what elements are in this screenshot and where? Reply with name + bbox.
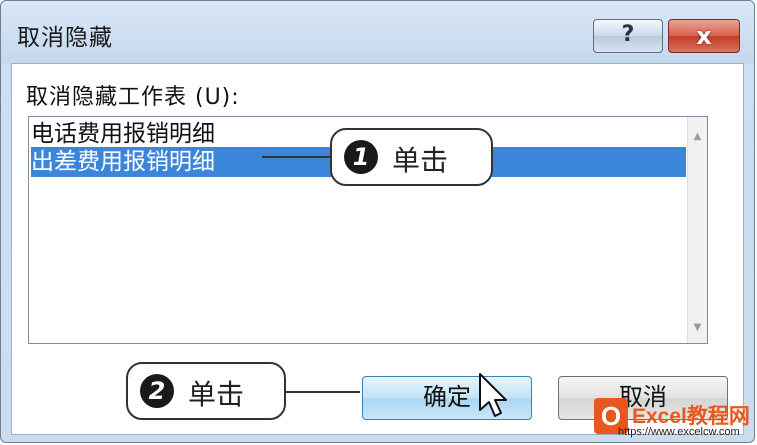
callout-step-1: 1 单击 bbox=[330, 128, 493, 186]
unhide-dialog: 取消隐藏 ? x 取消隐藏工作表 (U): 电话费用报销明细 出差费用报销明细 … bbox=[0, 0, 755, 443]
callout-step-2: 2 单击 bbox=[126, 362, 286, 420]
callout-text: 单击 bbox=[188, 378, 245, 411]
scroll-up-icon[interactable]: ▲ bbox=[688, 131, 707, 142]
site-watermark: O Excel教程网 https://www.excelcw.com bbox=[592, 396, 754, 442]
callout-1-leader bbox=[262, 156, 332, 158]
callout-text: 单击 bbox=[392, 144, 449, 177]
help-icon: ? bbox=[621, 22, 635, 47]
step-number-icon: 1 bbox=[344, 140, 378, 174]
dialog-title: 取消隐藏 bbox=[17, 25, 113, 51]
help-button[interactable]: ? bbox=[593, 19, 663, 53]
title-bar[interactable]: 取消隐藏 ? x bbox=[1, 1, 754, 63]
unhide-sheet-label: 取消隐藏工作表 (U): bbox=[26, 85, 240, 110]
close-button[interactable]: x bbox=[668, 19, 740, 53]
vertical-scrollbar[interactable]: ▲ ▼ bbox=[687, 117, 707, 343]
step-number-icon: 2 bbox=[140, 374, 174, 408]
callout-2-leader bbox=[285, 391, 360, 393]
mouse-pointer-icon bbox=[479, 373, 507, 417]
close-icon: x bbox=[696, 22, 712, 50]
scroll-down-icon[interactable]: ▼ bbox=[688, 322, 707, 333]
dialog-body: 取消隐藏工作表 (U): 电话费用报销明细 出差费用报销明细 ▲ ▼ 确定 取消 bbox=[11, 63, 744, 435]
watermark-url: https://www.excelcw.com bbox=[618, 426, 740, 438]
